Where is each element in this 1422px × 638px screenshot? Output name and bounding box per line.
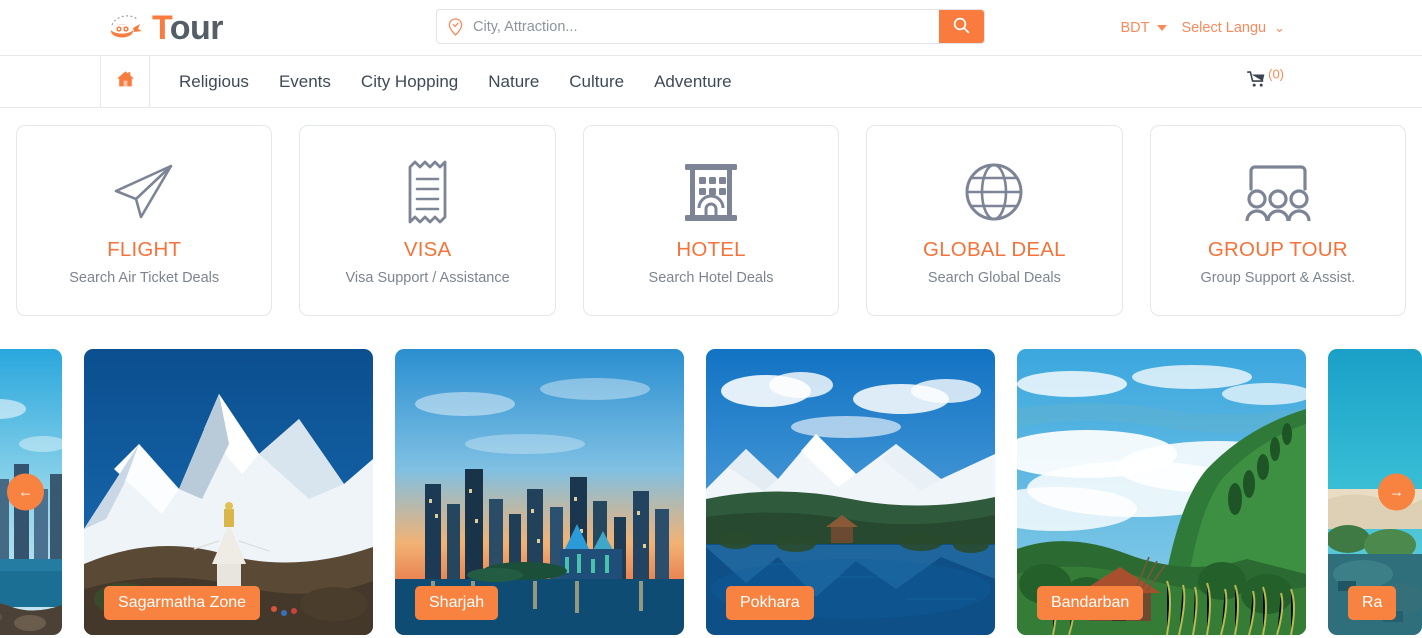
home-icon bbox=[116, 70, 135, 93]
logo-text: Tour bbox=[152, 9, 224, 47]
logo[interactable]: Tour bbox=[106, 6, 224, 50]
caret-down-icon bbox=[1157, 24, 1168, 31]
nav-item-culture[interactable]: Culture bbox=[569, 72, 624, 92]
destination-label: Sagarmatha Zone bbox=[104, 586, 261, 620]
service-subtitle: Group Support & Assist. bbox=[1200, 269, 1356, 286]
service-title: GLOBAL DEAL bbox=[923, 237, 1066, 261]
destination-card[interactable]: Sagarmatha Zone bbox=[84, 349, 373, 635]
currency-selector[interactable]: BDT bbox=[1120, 19, 1168, 36]
nav-item-adventure[interactable]: Adventure bbox=[654, 72, 732, 92]
receipt-icon bbox=[401, 156, 455, 228]
globe-icon bbox=[963, 156, 1025, 228]
search-bar[interactable] bbox=[436, 9, 985, 44]
nav-item-religious[interactable]: Religious bbox=[179, 72, 249, 92]
destination-label: Sharjah bbox=[415, 586, 499, 620]
bird-eye-logo-icon bbox=[106, 11, 152, 45]
service-card-hotel[interactable]: HOTEL Search Hotel Deals bbox=[582, 125, 840, 316]
service-subtitle: Search Air Ticket Deals bbox=[69, 269, 220, 286]
destination-label: Bandarban bbox=[1037, 586, 1144, 620]
paper-plane-icon bbox=[111, 156, 177, 228]
service-subtitle: Search Hotel Deals bbox=[648, 269, 774, 286]
nav-item-city-hopping[interactable]: City Hopping bbox=[361, 72, 458, 92]
destination-card[interactable]: Sharjah bbox=[395, 349, 684, 635]
search-button[interactable] bbox=[939, 10, 984, 43]
search-input[interactable] bbox=[473, 10, 939, 43]
destination-carousel: ← Sagarmatha Zone Sharjah Pokhara Bandar… bbox=[0, 349, 1422, 635]
arrow-right-icon: → bbox=[1389, 483, 1404, 501]
service-card-group-tour[interactable]: GROUP TOUR Group Support & Assist. bbox=[1149, 125, 1407, 316]
destination-label: Ra bbox=[1348, 586, 1397, 620]
service-title: GROUP TOUR bbox=[1207, 237, 1348, 261]
arrow-left-icon: ← bbox=[18, 483, 33, 501]
shopping-cart-icon bbox=[1247, 70, 1267, 93]
carousel-track[interactable]: Sagarmatha Zone Sharjah Pokhara Bandarba… bbox=[0, 349, 1422, 635]
cart-button[interactable]: (0) bbox=[1247, 66, 1284, 93]
service-card-flight[interactable]: FLIGHT Search Air Ticket Deals bbox=[16, 125, 273, 316]
main-navigation: Religious Events City Hopping Nature Cul… bbox=[0, 55, 1422, 108]
site-header: Tour BDT Select Langu ⌄ bbox=[0, 0, 1422, 55]
location-pin-icon bbox=[437, 10, 473, 43]
group-people-icon bbox=[1241, 156, 1315, 228]
nav-item-events[interactable]: Events bbox=[279, 72, 331, 92]
logo-text-rest: our bbox=[169, 9, 224, 47]
service-title: HOTEL bbox=[676, 237, 746, 261]
chevron-down-icon: ⌄ bbox=[1274, 19, 1285, 35]
carousel-prev-button[interactable]: ← bbox=[7, 473, 44, 511]
nav-item-nature[interactable]: Nature bbox=[488, 72, 539, 92]
language-label: Select Langu bbox=[1181, 19, 1267, 36]
search-icon bbox=[953, 17, 970, 37]
language-selector[interactable]: Select Langu ⌄ bbox=[1181, 20, 1285, 36]
logo-text-accent: T bbox=[152, 9, 170, 47]
nav-home-button[interactable] bbox=[100, 56, 150, 107]
header-right-controls: BDT Select Langu ⌄ bbox=[1120, 0, 1285, 55]
service-subtitle: Search Global Deals bbox=[927, 269, 1061, 286]
nav-items: Religious Events City Hopping Nature Cul… bbox=[150, 56, 732, 107]
service-card-visa[interactable]: VISA Visa Support / Assistance bbox=[299, 125, 556, 316]
service-card-global-deal[interactable]: GLOBAL DEAL Search Global Deals bbox=[866, 125, 1123, 316]
destination-label: Pokhara bbox=[726, 586, 814, 620]
destination-card[interactable]: Pokhara bbox=[706, 349, 995, 635]
cart-count-label: (0) bbox=[1268, 66, 1284, 81]
service-title: FLIGHT bbox=[107, 237, 182, 261]
hotel-building-icon bbox=[679, 156, 743, 228]
currency-label: BDT bbox=[1120, 19, 1150, 36]
service-subtitle: Visa Support / Assistance bbox=[345, 269, 510, 286]
service-cards: FLIGHT Search Air Ticket Deals VISA Visa… bbox=[0, 108, 1422, 316]
service-title: VISA bbox=[403, 237, 452, 261]
carousel-next-button[interactable]: → bbox=[1378, 473, 1415, 511]
destination-card[interactable]: Bandarban bbox=[1017, 349, 1306, 635]
